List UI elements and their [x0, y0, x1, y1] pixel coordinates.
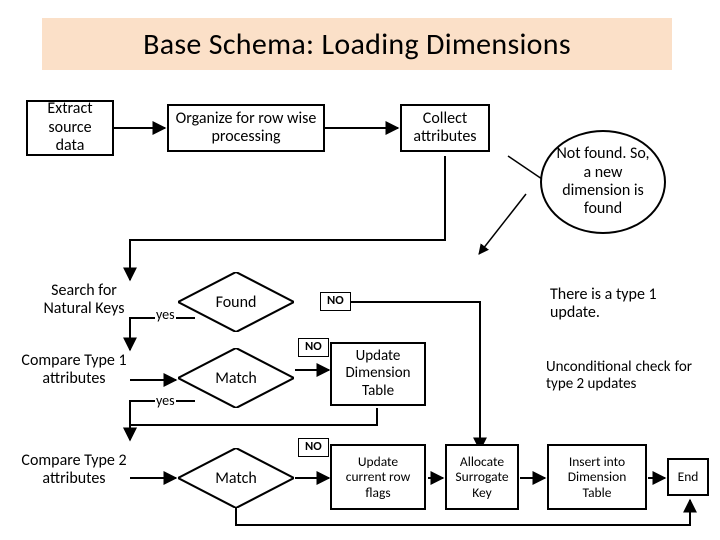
- label-found-no: NO: [320, 292, 351, 311]
- node-match1-decision: Match: [178, 354, 294, 402]
- node-search: Search for Natural Keys: [32, 278, 136, 322]
- label-match1-no: NO: [298, 338, 329, 357]
- callout-not-found: Not found. So, a new dimension is found: [540, 130, 666, 234]
- node-extract: Extract source data: [26, 100, 114, 156]
- node-found-label: Found: [216, 293, 257, 312]
- label-match2-no: NO: [298, 438, 329, 457]
- callout-type1: There is a type 1 update.: [544, 282, 694, 326]
- label-found-yes: yes: [155, 306, 176, 323]
- node-match2-label: Match: [215, 469, 257, 488]
- node-found-decision: Found: [178, 278, 294, 326]
- node-match2-decision: Match: [178, 454, 294, 502]
- node-collect: Collect attributes: [400, 104, 490, 152]
- node-compare1: Compare Type 1 attributes: [14, 348, 134, 392]
- label-match1-yes: yes: [155, 392, 176, 409]
- node-match1-label: Match: [215, 369, 257, 388]
- page-title: Base Schema: Loading Dimensions: [42, 18, 672, 70]
- node-update-dim: Update Dimension Table: [330, 342, 426, 406]
- node-insert-dim: Insert into Dimension Table: [547, 444, 647, 510]
- node-allocate-key: Allocate Surrogate Key: [445, 444, 519, 510]
- callout-type2: Unconditional check for type 2 updates: [540, 344, 698, 408]
- node-end: End: [667, 458, 709, 496]
- node-organize: Organize for row wise processing: [167, 104, 325, 152]
- node-compare2: Compare Type 2 attributes: [14, 448, 134, 492]
- node-update-flags: Update current row flags: [330, 444, 426, 510]
